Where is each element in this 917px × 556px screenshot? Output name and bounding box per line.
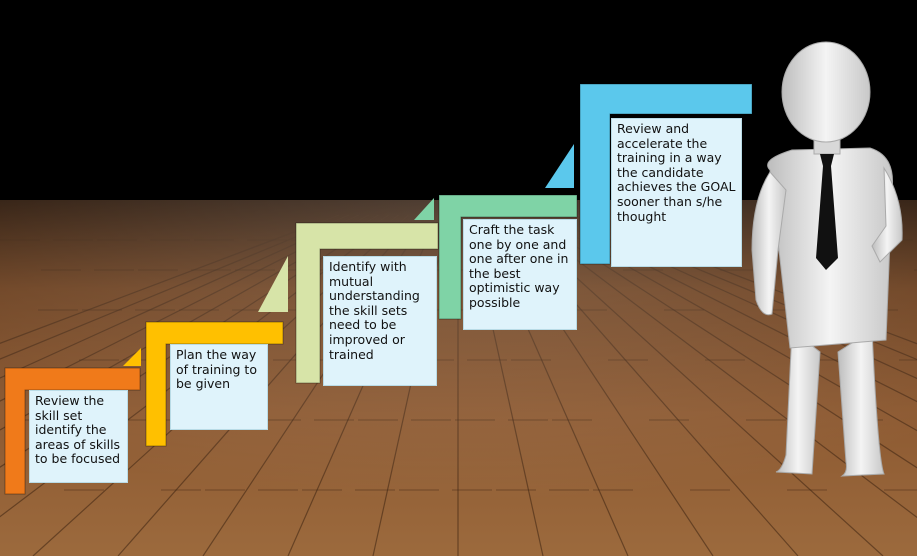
- step-4-text: Craft the task one by one and one after …: [463, 219, 577, 330]
- figure-head: [781, 41, 871, 143]
- step-3-text: Identify with mutual understanding the s…: [323, 256, 437, 386]
- step-5-text: Review and accelerate the training in a …: [611, 118, 742, 267]
- step-2-text: Plan the way of training to be given: [170, 344, 268, 430]
- step-1-text: Review the skill set identify the areas …: [29, 390, 128, 483]
- stairs-diagram: [0, 0, 917, 556]
